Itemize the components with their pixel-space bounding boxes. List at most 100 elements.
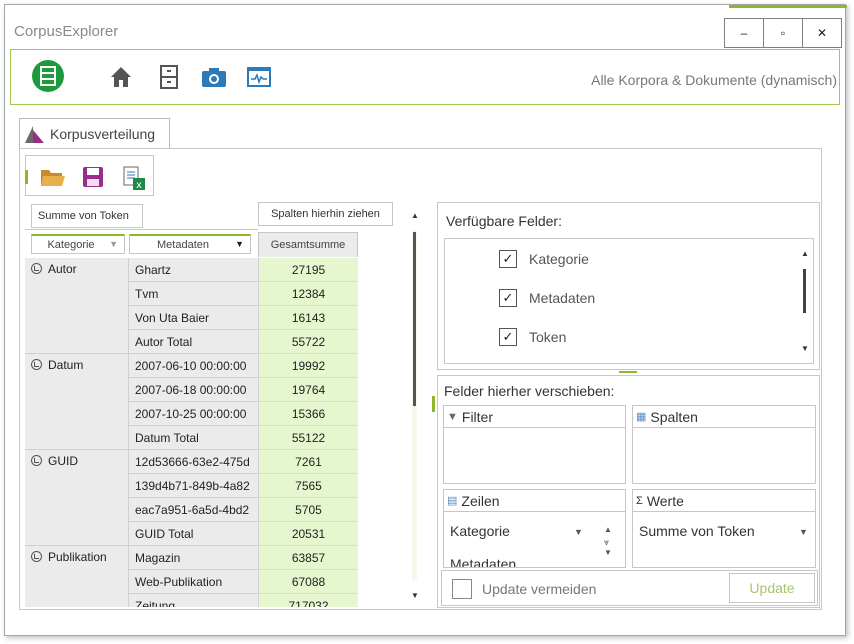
panel-splitter[interactable] (619, 371, 637, 373)
values-zone-item[interactable]: Summe von Token ▼ (639, 523, 808, 539)
rows-grid-icon: ▤ (447, 495, 458, 507)
value-cell[interactable]: 5705 (258, 498, 358, 522)
pivot-vertical-scrollbar[interactable]: ▲ ▼ (405, 200, 429, 608)
data-field-chip[interactable]: Summe von Token (31, 204, 143, 228)
defer-update-checkbox[interactable] (452, 579, 472, 599)
row-field-metadaten[interactable]: Metadaten ▼ (129, 234, 251, 254)
columns-zone-header: ▦ Spalten (633, 406, 815, 428)
collapse-icon[interactable] (31, 551, 42, 562)
value-cell[interactable]: 7261 (258, 450, 358, 474)
home-icon[interactable] (108, 64, 134, 90)
update-button[interactable]: Update (729, 573, 815, 603)
move-up-icon[interactable]: ▲ (604, 525, 612, 534)
row-item-label[interactable]: Datum Total (128, 426, 258, 450)
close-button[interactable]: ✕ (802, 18, 842, 48)
row-group-header[interactable]: Publikation (25, 546, 128, 607)
collapse-icon[interactable] (31, 359, 42, 370)
row-group-header[interactable]: Datum (25, 354, 128, 450)
export-excel-icon[interactable]: x (121, 165, 147, 191)
value-cell[interactable]: 12384 (258, 282, 358, 306)
value-cell[interactable]: 67088 (258, 570, 358, 594)
row-item-label[interactable]: Von Uta Baier (128, 306, 258, 330)
row-item-label[interactable]: eac7a951-6a5d-4bd2 (128, 498, 258, 522)
rows-zone-label: Zeilen (461, 492, 500, 509)
value-cell[interactable]: 27195 (258, 258, 358, 282)
value-cell[interactable]: 19992 (258, 354, 358, 378)
tab-korpusverteilung[interactable]: Korpusverteilung (19, 118, 170, 149)
field-checkbox[interactable]: ✓ (499, 250, 517, 268)
row-item-label[interactable]: 12d53666-63e2-475d (128, 450, 258, 474)
value-cell[interactable]: 15366 (258, 402, 358, 426)
columns-grid-icon: ▦ (636, 411, 647, 423)
minimize-button[interactable]: ‒ (724, 18, 764, 48)
rows-zone-item[interactable]: Metadaten (450, 556, 517, 568)
rows-zone-item-label: Metadaten (450, 556, 517, 568)
value-cell[interactable]: 55722 (258, 330, 358, 354)
value-cell[interactable]: 717032 (258, 594, 358, 607)
field-checkbox[interactable]: ✓ (499, 328, 517, 346)
row-item-label[interactable]: Tvm (128, 282, 258, 306)
rows-zone-item[interactable]: Kategorie ▼ (450, 523, 583, 539)
dropdown-arrow-icon[interactable]: ▼ (799, 527, 808, 537)
scroll-down-arrow-icon[interactable]: ▼ (411, 591, 419, 600)
row-item-label[interactable]: Ghartz (128, 258, 258, 282)
filter-funnel-icon[interactable]: ▼ (235, 239, 244, 249)
file-toolbar-accent (25, 170, 28, 184)
row-group-label: Datum (48, 358, 84, 372)
move-down-double-icon[interactable]: ⩔ (604, 537, 609, 548)
scroll-thumb[interactable] (413, 232, 416, 406)
cabinet-icon[interactable] (156, 64, 182, 90)
move-down-icon[interactable]: ▼ (604, 548, 612, 557)
row-group-label: Publikation (48, 550, 107, 564)
data-field-area-line (25, 229, 258, 230)
collapse-icon[interactable] (31, 455, 42, 466)
value-cell[interactable]: 7565 (258, 474, 358, 498)
value-cell[interactable]: 55122 (258, 426, 358, 450)
column-drop-area[interactable]: Spalten hierhin ziehen (258, 202, 393, 226)
row-item-label[interactable]: GUID Total (128, 522, 258, 546)
row-item-label[interactable]: Web-Publikation (128, 570, 258, 594)
rows-zone[interactable]: ▤ Zeilen Kategorie ▼ Metadaten ▲ ⩔ ▼ (443, 489, 626, 568)
field-item-token[interactable]: ✓ Token (499, 328, 566, 346)
defer-update-label[interactable]: Update vermeiden (482, 581, 596, 597)
row-item-label[interactable]: Zeitung (128, 594, 258, 607)
field-checkbox[interactable]: ✓ (499, 289, 517, 307)
scroll-up-arrow-icon[interactable]: ▲ (801, 249, 809, 258)
corpus-scope-label[interactable]: Alle Korpora & Dokumente (dynamisch) (591, 72, 837, 88)
dropdown-arrow-icon[interactable]: ▼ (574, 527, 583, 537)
value-cell[interactable]: 19764 (258, 378, 358, 402)
row-field-label: Kategorie (47, 238, 95, 251)
available-fields-panel: Verfügbare Felder: ✓ Kategorie ✓ Metadat… (437, 202, 820, 370)
field-label: Token (529, 329, 567, 345)
filter-funnel-icon[interactable]: ▼ (109, 239, 118, 249)
value-cell[interactable]: 16143 (258, 306, 358, 330)
camera-icon[interactable] (199, 64, 229, 90)
row-group-header[interactable]: GUID (25, 450, 128, 546)
monitor-pulse-icon[interactable] (245, 64, 273, 90)
open-folder-icon[interactable] (40, 165, 66, 189)
columns-zone-label: Spalten (650, 408, 698, 425)
row-item-label[interactable]: Autor Total (128, 330, 258, 354)
row-item-label[interactable]: 139d4b71-849b-4a82 (128, 474, 258, 498)
values-zone[interactable]: Σ Werte Summe von Token ▼ (632, 489, 816, 568)
save-icon[interactable] (81, 165, 105, 189)
maximize-button[interactable]: ▫ (763, 18, 803, 48)
field-item-kategorie[interactable]: ✓ Kategorie (499, 250, 589, 268)
row-field-kategorie[interactable]: Kategorie ▼ (31, 234, 125, 254)
scroll-thumb[interactable] (803, 269, 806, 313)
filter-zone[interactable]: ▼ Filter (443, 405, 626, 484)
row-item-label[interactable]: Magazin (128, 546, 258, 570)
columns-zone[interactable]: ▦ Spalten (632, 405, 816, 484)
row-item-label[interactable]: 2007-10-25 00:00:00 (128, 402, 258, 426)
collapse-icon[interactable] (31, 263, 42, 274)
rows-zone-header: ▤ Zeilen (444, 490, 625, 512)
row-item-label[interactable]: 2007-06-18 00:00:00 (128, 378, 258, 402)
value-cell[interactable]: 63857 (258, 546, 358, 570)
scroll-up-arrow-icon[interactable]: ▲ (411, 211, 419, 220)
row-group-header[interactable]: Autor (25, 258, 128, 354)
row-item-label[interactable]: 2007-06-10 00:00:00 (128, 354, 258, 378)
scroll-down-arrow-icon[interactable]: ▼ (801, 344, 809, 353)
corpus-logo-icon[interactable] (31, 59, 65, 93)
value-cell[interactable]: 20531 (258, 522, 358, 546)
field-item-metadaten[interactable]: ✓ Metadaten (499, 289, 595, 307)
